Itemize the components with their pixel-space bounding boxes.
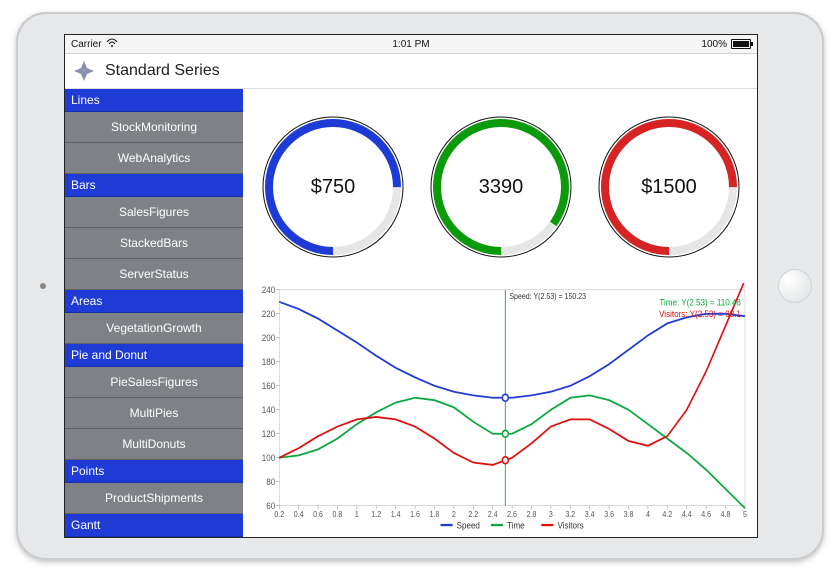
sidebar-item-vegetationgrowth[interactable]: VegetationGrowth	[65, 313, 243, 344]
tablet-frame: Carrier 1:01 PM 100%	[16, 12, 824, 560]
sidebar-item-productshipments[interactable]: ProductShipments	[65, 483, 243, 514]
svg-text:Time: Time	[507, 520, 525, 531]
gauges-row: $7503390$1500	[249, 97, 753, 277]
svg-text:1.6: 1.6	[410, 510, 420, 520]
screen: Carrier 1:01 PM 100%	[64, 34, 758, 538]
sidebar-section-bars: Bars	[65, 174, 243, 197]
svg-text:100: 100	[262, 453, 276, 464]
svg-text:80: 80	[266, 477, 275, 488]
svg-text:1.4: 1.4	[391, 510, 401, 520]
sidebar-item-multidonuts[interactable]: MultiDonuts	[65, 429, 243, 460]
sidebar: LinesStockMonitoringWebAnalyticsBarsSale…	[65, 89, 243, 537]
sidebar-item-serverstatus[interactable]: ServerStatus	[65, 259, 243, 290]
svg-text:220: 220	[262, 309, 276, 320]
svg-text:140: 140	[262, 405, 276, 416]
sidebar-item-webanalytics[interactable]: WebAnalytics	[65, 143, 243, 174]
gauge: $750	[258, 112, 408, 262]
app-header: Standard Series	[65, 54, 757, 89]
battery-icon	[731, 39, 751, 49]
svg-text:3.4: 3.4	[585, 510, 595, 520]
svg-text:2.2: 2.2	[468, 510, 478, 520]
svg-text:240: 240	[262, 285, 276, 296]
gauge: 3390	[426, 112, 576, 262]
sidebar-section-points: Points	[65, 460, 243, 483]
svg-text:Speed: Y(2.53) = 150.23: Speed: Y(2.53) = 150.23	[509, 292, 586, 302]
svg-text:0.8: 0.8	[333, 510, 343, 520]
sidebar-item-stockmonitoring[interactable]: StockMonitoring	[65, 112, 243, 143]
svg-text:5: 5	[743, 510, 747, 520]
svg-text:180: 180	[262, 357, 276, 368]
gauge: $1500	[594, 112, 744, 262]
svg-text:120: 120	[262, 429, 276, 440]
svg-text:1.8: 1.8	[430, 510, 440, 520]
sidebar-section-gantt: Gantt	[65, 514, 243, 537]
svg-text:1: 1	[355, 510, 359, 520]
svg-text:3.8: 3.8	[624, 510, 634, 520]
line-chart: 60801001201401601802002202400.20.40.60.8…	[249, 283, 753, 533]
svg-text:3: 3	[549, 510, 553, 520]
battery-pct: 100%	[701, 39, 727, 50]
carrier-label: Carrier	[71, 39, 102, 50]
status-bar: Carrier 1:01 PM 100%	[65, 35, 757, 54]
page-title: Standard Series	[105, 62, 220, 80]
sidebar-item-piesalesfigures[interactable]: PieSalesFigures	[65, 367, 243, 398]
svg-text:Speed: Speed	[457, 520, 480, 531]
home-button[interactable]	[778, 269, 812, 303]
svg-text:4.6: 4.6	[701, 510, 711, 520]
sidebar-item-multipies[interactable]: MultiPies	[65, 398, 243, 429]
svg-text:0.4: 0.4	[294, 510, 304, 520]
svg-text:2: 2	[452, 510, 456, 520]
app-logo-icon	[71, 58, 97, 84]
svg-text:Time: Y(2.53) = 110.48: Time: Y(2.53) = 110.48	[659, 297, 741, 308]
sidebar-item-stackedbars[interactable]: StackedBars	[65, 228, 243, 259]
main-content: $7503390$1500 60801001201401601802002202…	[243, 89, 757, 537]
svg-text:160: 160	[262, 381, 276, 392]
svg-text:4.8: 4.8	[721, 510, 731, 520]
svg-text:Visitors: Y(2.53) = 93.1: Visitors: Y(2.53) = 93.1	[659, 309, 741, 320]
svg-text:2.4: 2.4	[488, 510, 498, 520]
svg-text:200: 200	[262, 333, 276, 344]
svg-text:3.6: 3.6	[604, 510, 614, 520]
svg-text:4.4: 4.4	[682, 510, 692, 520]
svg-text:0.6: 0.6	[313, 510, 323, 520]
svg-text:4.2: 4.2	[662, 510, 672, 520]
svg-text:4: 4	[646, 510, 650, 520]
svg-text:3.2: 3.2	[565, 510, 575, 520]
sidebar-section-pie-and-donut: Pie and Donut	[65, 344, 243, 367]
svg-text:2.6: 2.6	[507, 510, 517, 520]
clock: 1:01 PM	[392, 39, 429, 50]
front-camera	[40, 283, 46, 289]
svg-text:0.2: 0.2	[274, 510, 284, 520]
wifi-icon	[106, 38, 118, 51]
sidebar-item-salesfigures[interactable]: SalesFigures	[65, 197, 243, 228]
svg-text:2.8: 2.8	[527, 510, 537, 520]
svg-text:1.2: 1.2	[371, 510, 381, 520]
sidebar-section-areas: Areas	[65, 290, 243, 313]
svg-text:Visitors: Visitors	[557, 520, 583, 531]
sidebar-section-lines: Lines	[65, 89, 243, 112]
